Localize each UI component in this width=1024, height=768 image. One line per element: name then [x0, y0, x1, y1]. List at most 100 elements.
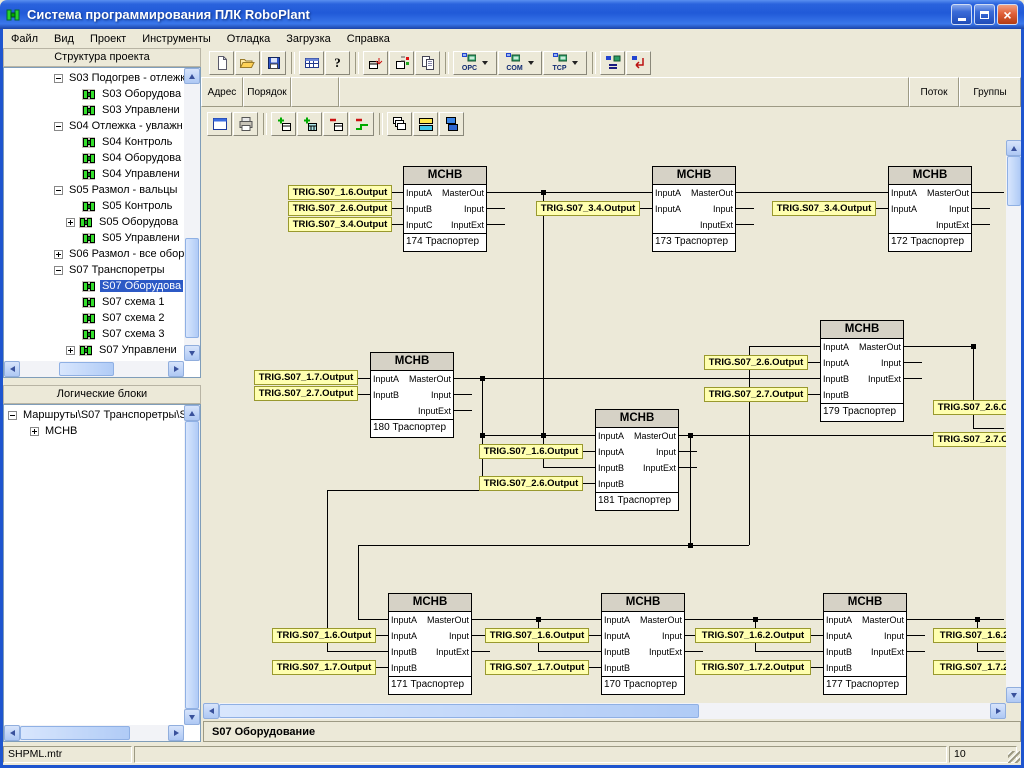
- function-block-174[interactable]: MCHBInputAMasterOutInputBInputInputCInpu…: [403, 166, 487, 252]
- expand-plus-icon[interactable]: [30, 427, 39, 436]
- scroll-thumb[interactable]: [59, 362, 114, 376]
- scroll-up-button[interactable]: [1006, 140, 1022, 156]
- signal-label[interactable]: TRIG.S07_1.7.Output: [254, 370, 358, 385]
- add-block-button[interactable]: [271, 112, 296, 136]
- function-block-177[interactable]: MCHBInputAMasterOutInputAInputInputBInpu…: [823, 593, 907, 695]
- scroll-thumb[interactable]: [1007, 156, 1021, 206]
- scroll-down-button[interactable]: [1006, 687, 1022, 703]
- scroll-right-button[interactable]: [990, 703, 1006, 719]
- collapse-minus-icon[interactable]: [54, 186, 63, 195]
- collapse-minus-icon[interactable]: [8, 411, 17, 420]
- project-tree-item-5[interactable]: S04 Контроль: [4, 134, 184, 150]
- signal-label[interactable]: TRIG.S07_1.6.Output: [485, 628, 589, 643]
- project-tree-item-10[interactable]: S05 Оборудова: [4, 214, 184, 230]
- expand-plus-icon[interactable]: [54, 250, 63, 259]
- function-block-173[interactable]: MCHBInputAMasterOutInputAInputInputExt17…: [652, 166, 736, 252]
- grid-column-3[interactable]: [291, 77, 339, 107]
- scroll-down-button[interactable]: [184, 345, 200, 361]
- scroll-down-button[interactable]: [184, 709, 200, 725]
- add-block-grid-button[interactable]: [297, 112, 322, 136]
- copy-button[interactable]: [415, 51, 440, 75]
- window-button[interactable]: [207, 112, 232, 136]
- link-transfer-button[interactable]: [626, 51, 651, 75]
- project-tree-item-17[interactable]: S07 схема 3: [4, 326, 184, 342]
- signal-label[interactable]: TRIG.S07_1.6.2.Output: [933, 628, 1006, 643]
- function-block-179[interactable]: MCHBInputAMasterOutInputAInputInputBInpu…: [820, 320, 904, 422]
- signal-label[interactable]: TRIG.S07_1.7.Output: [272, 660, 376, 675]
- signal-label[interactable]: TRIG.S07_1.7.Output: [485, 660, 589, 675]
- signal-label[interactable]: TRIG.S07_1.7.2.Output: [695, 660, 811, 675]
- grid-column-4[interactable]: [339, 77, 909, 107]
- collapse-minus-icon[interactable]: [54, 122, 63, 131]
- signal-label[interactable]: TRIG.S07_3.4.Output: [536, 201, 640, 216]
- menu-item-2[interactable]: Вид: [46, 31, 82, 47]
- grid-column-1[interactable]: Адрес: [201, 77, 243, 107]
- signal-label[interactable]: TRIG.S07_1.6.Output: [272, 628, 376, 643]
- canvas-horizontal-scrollbar[interactable]: [203, 703, 1006, 719]
- scroll-right-button[interactable]: [168, 725, 184, 741]
- save-floppy-button[interactable]: [261, 51, 286, 75]
- grid-column-2[interactable]: Порядок: [243, 77, 291, 107]
- logic-tree-item-2[interactable]: МСНВ: [4, 423, 184, 439]
- cascade-button[interactable]: [387, 112, 412, 136]
- function-block-172[interactable]: MCHBInputAMasterOutInputAInputInputExt17…: [888, 166, 972, 252]
- menu-item-5[interactable]: Отладка: [219, 31, 278, 47]
- title-bar[interactable]: Система программирования ПЛК RoboPlant ×: [0, 0, 1024, 29]
- scroll-thumb[interactable]: [20, 726, 130, 740]
- dropdown-arrow-icon[interactable]: [482, 61, 488, 68]
- signal-label[interactable]: TRIG.S07_1.6.Output: [288, 185, 392, 200]
- scroll-up-button[interactable]: [184, 68, 200, 84]
- scheme-canvas[interactable]: MCHBInputAMasterOutInputBInputInputCInpu…: [203, 140, 1006, 703]
- scroll-left-button[interactable]: [4, 361, 20, 377]
- project-tree-item-13[interactable]: S07 Транспоретры: [4, 262, 184, 278]
- project-tree-item-11[interactable]: S05 Управлени: [4, 230, 184, 246]
- scroll-thumb[interactable]: [185, 421, 199, 709]
- maximize-button[interactable]: [974, 4, 995, 25]
- dropdown-arrow-icon[interactable]: [572, 61, 578, 68]
- signal-label[interactable]: TRIG.S07_1.6.Output: [479, 444, 583, 459]
- project-tree-item-7[interactable]: S04 Управлени: [4, 166, 184, 182]
- signal-label[interactable]: TRIG.S07_1.6.2.Output: [695, 628, 811, 643]
- canvas-vertical-scrollbar[interactable]: [1006, 140, 1022, 703]
- grid-column-5[interactable]: Поток: [909, 77, 959, 107]
- project-tree-item-8[interactable]: S05 Размол - вальцы: [4, 182, 184, 198]
- expand-plus-icon[interactable]: [66, 218, 75, 227]
- dropdown-arrow-icon[interactable]: [528, 61, 534, 68]
- signal-label[interactable]: TRIG.S07_1.7.2.Output: [933, 660, 1006, 675]
- scheme-tab-bar[interactable]: S07 Оборудование: [203, 721, 1021, 742]
- signal-label[interactable]: TRIG.S07_2.6.Output: [288, 201, 392, 216]
- project-tree-item-16[interactable]: S07 схема 2: [4, 310, 184, 326]
- project-tree-item-1[interactable]: S03 Подогрев - отлежк: [4, 70, 184, 86]
- project-tree-item-2[interactable]: S03 Оборудова: [4, 86, 184, 102]
- logic-blocks-tree[interactable]: Маршруты\S07 Транспоретры\SМСНВ: [3, 404, 201, 742]
- close-button[interactable]: ×: [997, 4, 1018, 25]
- opc-connection-button[interactable]: OPC: [453, 51, 497, 75]
- logic-tree-vertical-scrollbar[interactable]: [184, 405, 200, 725]
- link-equal-button[interactable]: [600, 51, 625, 75]
- new-page-button[interactable]: [209, 51, 234, 75]
- address-table-button[interactable]: [299, 51, 324, 75]
- menu-item-4[interactable]: Инструменты: [134, 31, 219, 47]
- expand-plus-icon[interactable]: [66, 346, 75, 355]
- signal-label[interactable]: TRIG.S07_2.7.Output: [704, 387, 808, 402]
- project-tree[interactable]: S03 Подогрев - отлежкS03 ОборудоваS03 Уп…: [3, 67, 201, 378]
- minimize-button[interactable]: [951, 4, 972, 25]
- scroll-thumb[interactable]: [185, 238, 199, 338]
- project-tree-item-15[interactable]: S07 схема 1: [4, 294, 184, 310]
- menu-item-3[interactable]: Проект: [82, 31, 134, 47]
- scroll-up-button[interactable]: [184, 405, 200, 421]
- scroll-left-button[interactable]: [4, 725, 20, 741]
- project-tree-item-6[interactable]: S04 Оборудова: [4, 150, 184, 166]
- function-block-170[interactable]: MCHBInputAMasterOutInputAInputInputBInpu…: [601, 593, 685, 695]
- project-tree-item-3[interactable]: S03 Управлени: [4, 102, 184, 118]
- resize-grip[interactable]: [1008, 751, 1020, 763]
- signal-label[interactable]: TRIG.S07_2.6.Output: [933, 400, 1006, 415]
- collapse-minus-icon[interactable]: [54, 74, 63, 83]
- project-tree-item-9[interactable]: S05 Контроль: [4, 198, 184, 214]
- import-block-button[interactable]: [389, 51, 414, 75]
- signal-label[interactable]: TRIG.S07_2.6.Output: [479, 476, 583, 491]
- open-folder-button[interactable]: [235, 51, 260, 75]
- project-tree-item-14[interactable]: S07 Оборудова: [4, 278, 184, 294]
- project-tree-item-12[interactable]: S06 Размол - все обор: [4, 246, 184, 262]
- remove-block-button[interactable]: [323, 112, 348, 136]
